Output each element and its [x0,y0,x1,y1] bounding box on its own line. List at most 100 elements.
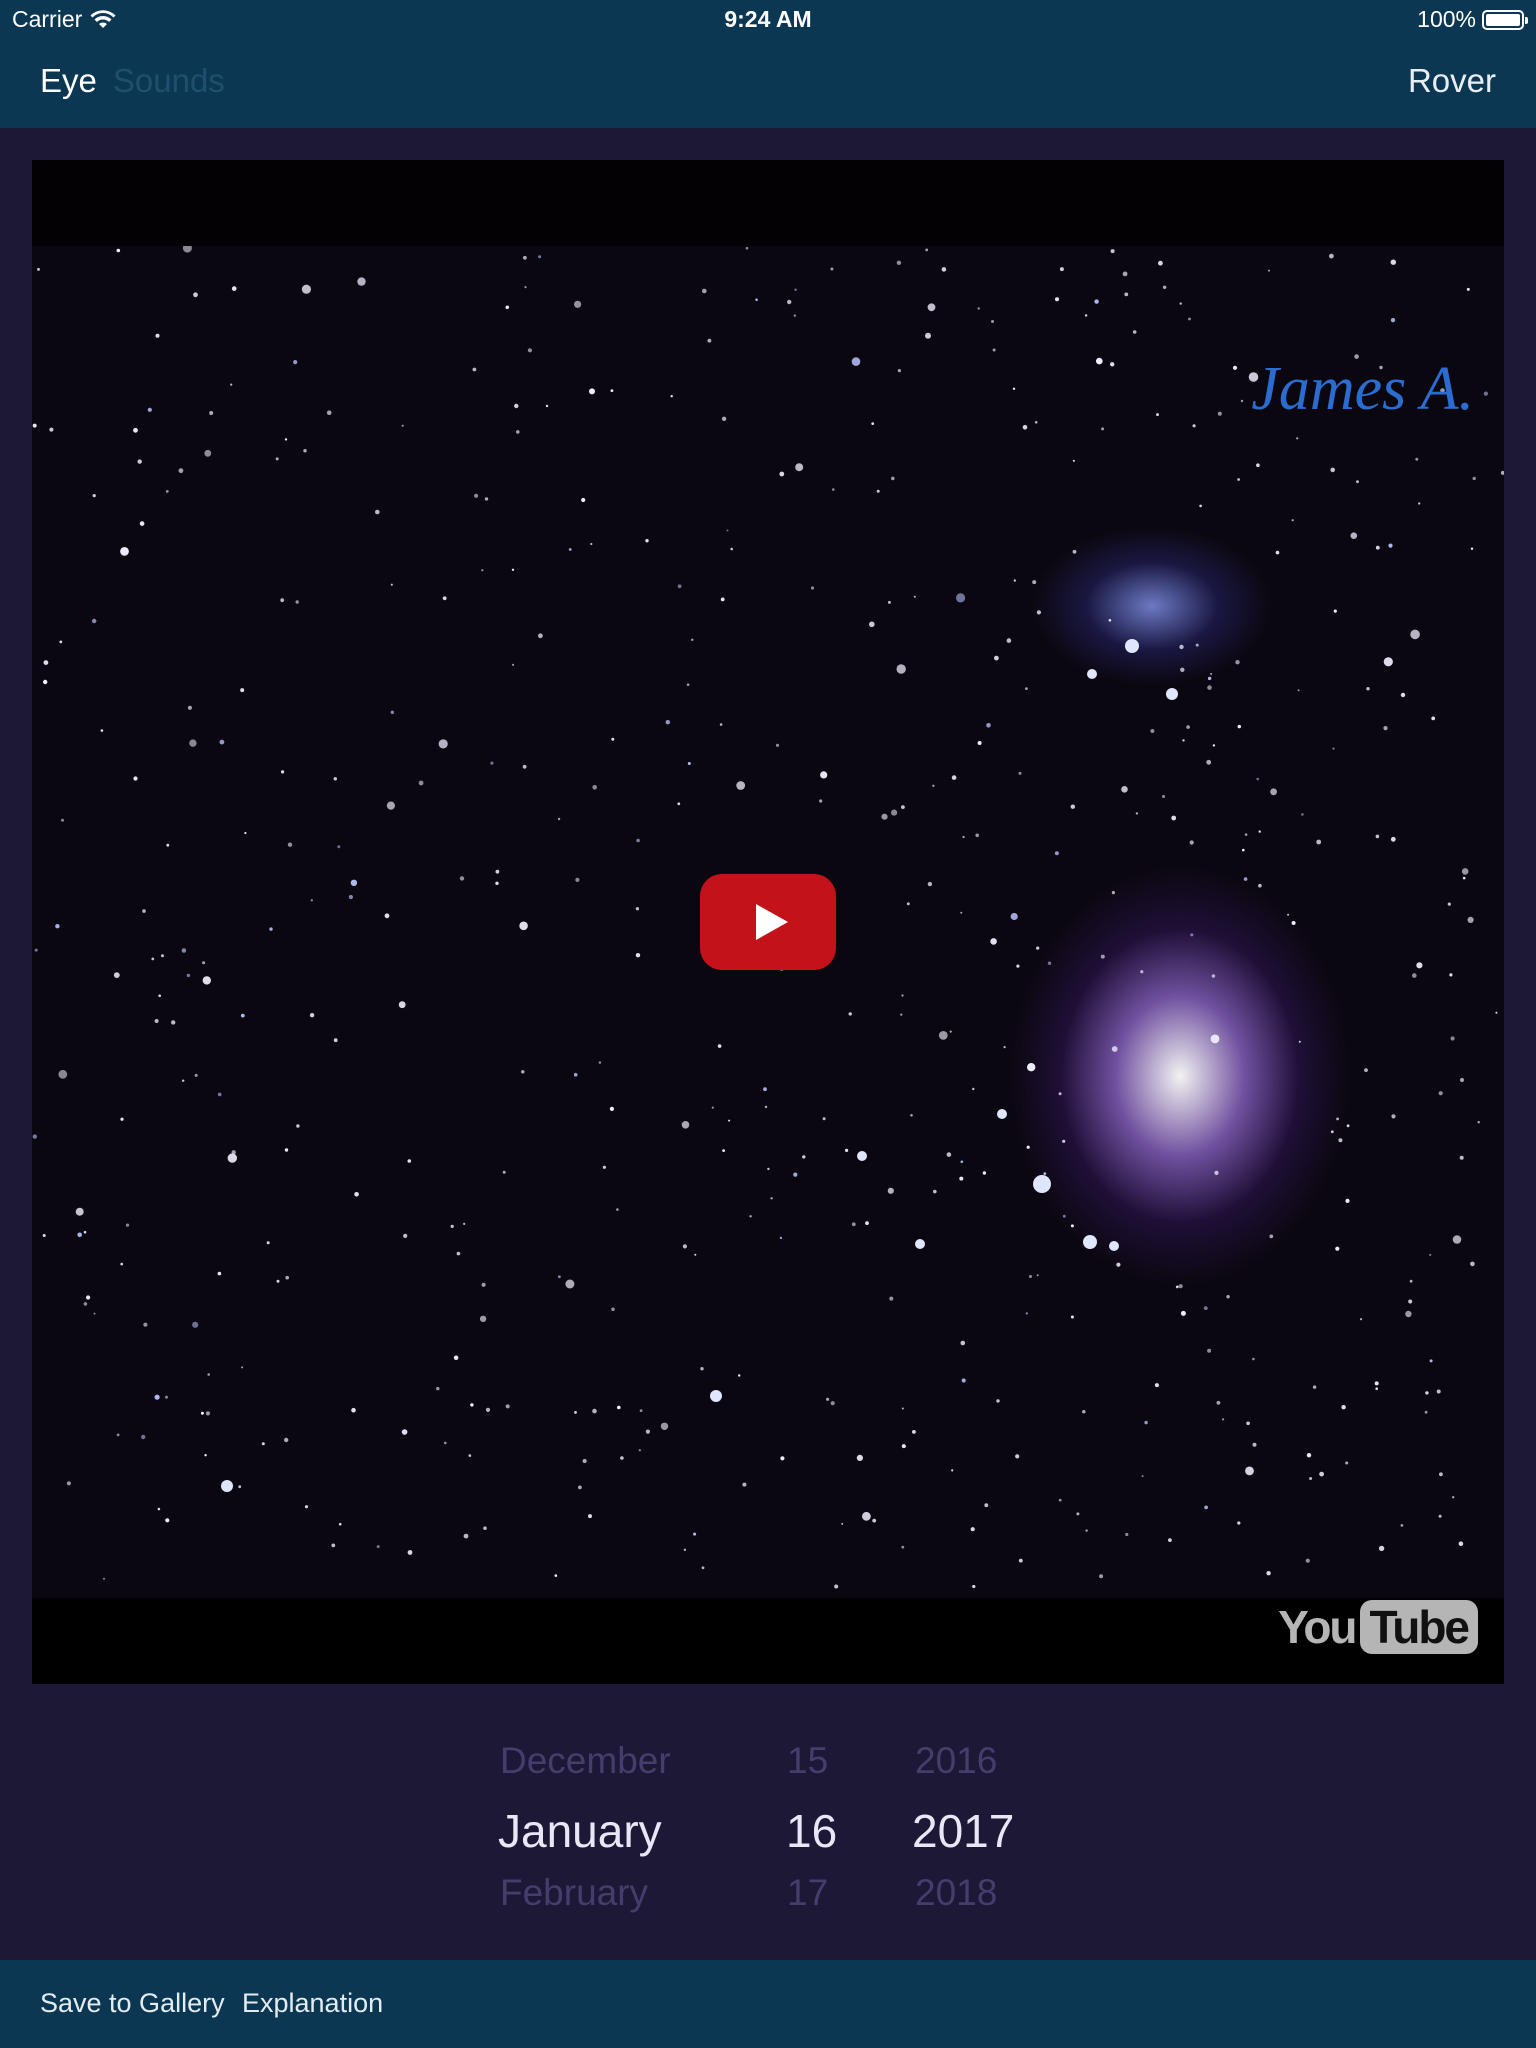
star [92,618,97,624]
star [1100,954,1105,959]
explanation-button[interactable]: Explanation [242,1988,383,2019]
star [1235,660,1240,665]
star [1483,391,1488,396]
picker-day-selected[interactable]: 16 [786,1804,837,1858]
star [165,1395,168,1399]
star [1018,1558,1023,1563]
video-credit: James A. [1251,355,1474,423]
picker-year-selected[interactable]: 2017 [912,1804,1014,1858]
star [205,1411,210,1416]
star [1256,463,1260,467]
picker-day-next[interactable]: 17 [787,1872,828,1914]
star [261,1442,265,1446]
star [401,424,404,427]
star [49,427,54,432]
save-to-gallery-button[interactable]: Save to Gallery [40,1988,225,2019]
bright-star [915,1239,925,1249]
star [1207,685,1212,690]
youtube-logo-you: You [1278,1601,1357,1653]
star [398,1001,406,1009]
star [575,877,580,883]
star [527,348,532,353]
star [354,1192,359,1197]
star [459,876,465,881]
star [133,427,138,433]
star [284,1437,289,1443]
star [1472,476,1476,481]
star [1015,1454,1020,1459]
star [960,1160,964,1164]
star [1495,1011,1498,1014]
picker-year-prev[interactable]: 2016 [915,1740,997,1782]
star [1062,1139,1066,1143]
star [992,348,996,352]
star [1240,399,1244,402]
picker-month-prev[interactable]: December [500,1740,671,1782]
star [956,593,966,603]
star [590,542,593,546]
star [93,1312,96,1315]
star [1018,771,1022,775]
star [1054,851,1059,856]
star [66,1481,71,1486]
star [589,388,595,395]
star [1291,921,1296,925]
star [1216,1400,1221,1405]
star [1013,579,1016,582]
picker-day-prev[interactable]: 15 [787,1740,828,1782]
picker-month-next[interactable]: February [500,1872,648,1914]
star [1085,1529,1088,1532]
star [1470,547,1474,550]
play-button[interactable] [700,874,836,970]
star [982,1171,987,1175]
star [463,1533,469,1539]
star [86,1295,91,1300]
star [151,957,155,961]
star [961,1378,966,1383]
star [1400,692,1406,698]
star [972,1087,975,1091]
star [1460,1078,1464,1082]
star [75,1207,84,1216]
star [485,1407,491,1412]
star [1252,1442,1257,1447]
star [826,1397,830,1401]
star [1025,687,1028,690]
nav-rover-button[interactable]: Rover [1408,62,1496,100]
star [281,770,285,774]
star [83,1230,87,1234]
star [1204,1505,1208,1510]
picker-year-next[interactable]: 2018 [915,1872,997,1914]
star [996,1399,1000,1403]
star [822,1117,826,1121]
date-picker[interactable]: December January February 15 16 17 2016 … [0,1700,1536,1960]
bright-star [710,1390,722,1402]
star [977,741,982,745]
star [897,369,902,373]
star [1458,1541,1464,1546]
star [490,761,494,765]
star [158,994,161,997]
top-bar: Carrier 9:24 AM 100% Eye Sounds Rover [0,0,1536,128]
star [1171,815,1177,821]
star [1211,974,1216,978]
video-player[interactable]: James A. You Tube [32,160,1504,1684]
picker-month-selected[interactable]: January [498,1804,662,1858]
nav-eye-button[interactable]: Eye [40,62,97,100]
star [1243,877,1248,881]
star [523,255,527,260]
star [1258,883,1262,888]
star [1452,1235,1462,1244]
star [166,843,170,847]
star [37,268,40,271]
star [1297,689,1300,692]
star [683,1548,687,1552]
star [970,1527,975,1532]
star [1415,457,1419,461]
star [1189,840,1194,845]
nav-sounds-button[interactable]: Sounds [113,62,225,100]
star [266,1241,270,1245]
youtube-logo[interactable]: You Tube [1278,1600,1478,1654]
star [1416,962,1423,969]
star [1462,876,1466,880]
